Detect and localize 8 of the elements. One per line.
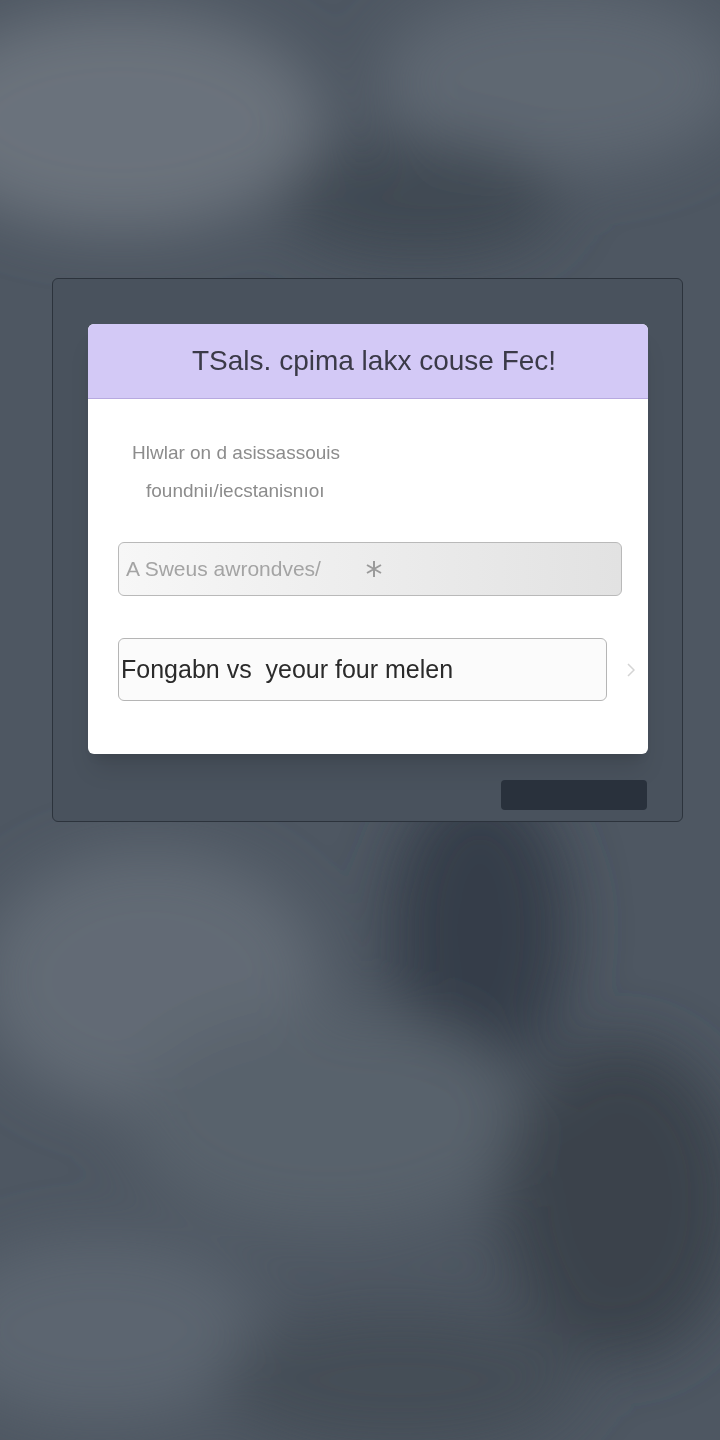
dialog-title: TSals. cpima lakx couse Fec! (192, 344, 557, 378)
dark-button[interactable] (501, 780, 647, 810)
chevron-right-icon (627, 662, 635, 677)
input-field[interactable]: Fongabn vs yeour four melen (118, 638, 607, 701)
description-text: foundniı/iecstanisnıoı (145, 478, 326, 503)
asterisk-icon (366, 560, 382, 578)
input-field[interactable]: A Sweus awrondves/ (118, 542, 622, 596)
description-text: Hlwlar on d asissassouis (132, 441, 342, 465)
